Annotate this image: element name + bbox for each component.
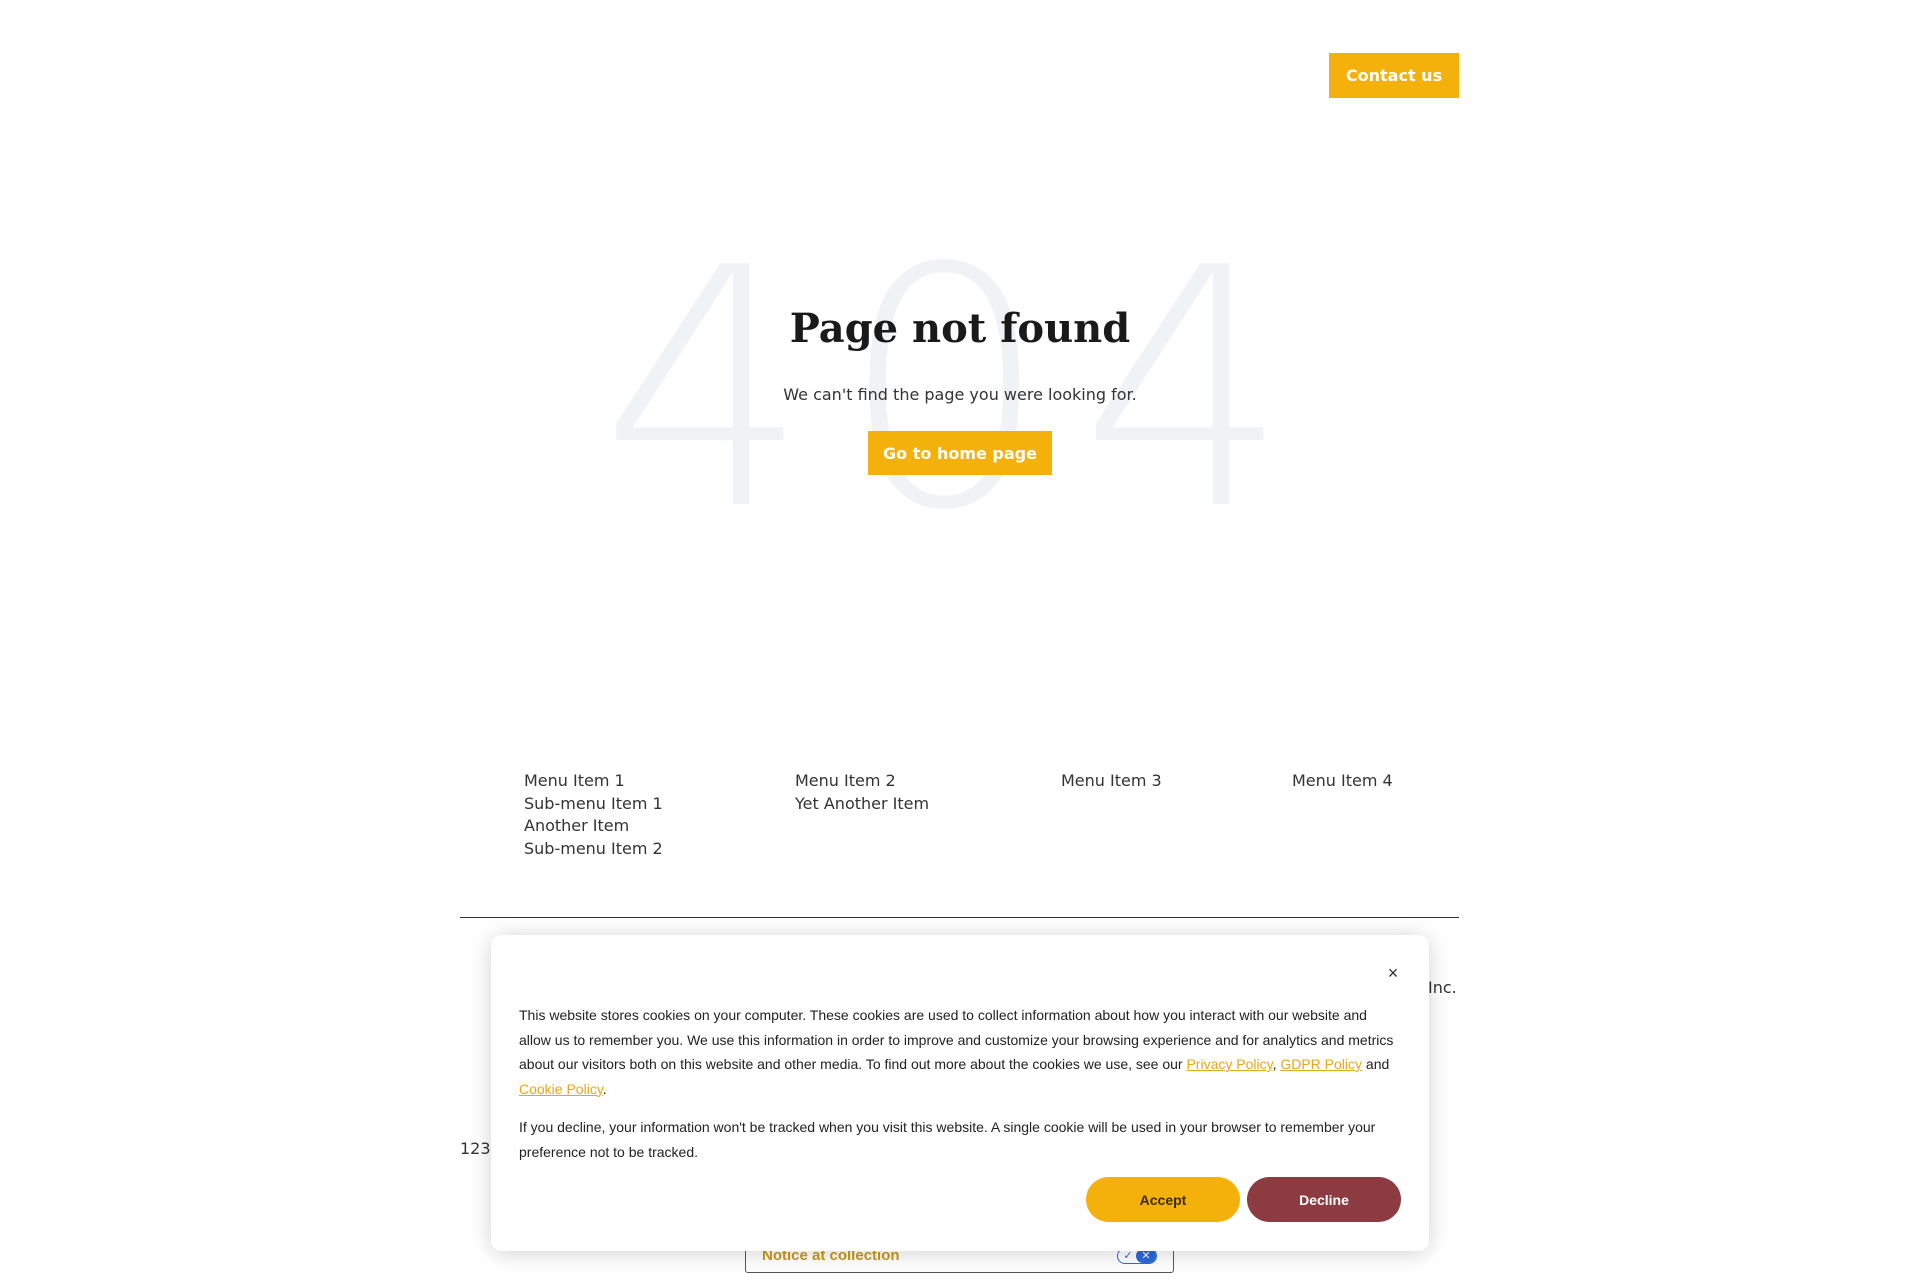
privacy-policy-link[interactable]: Privacy Policy xyxy=(1186,1056,1272,1072)
footer-column-3: Menu Item 3 xyxy=(1061,770,1162,793)
gdpr-policy-link[interactable]: GDPR Policy xyxy=(1280,1056,1362,1072)
footer-column-2: Menu Item 2 Yet Another Item xyxy=(795,770,929,815)
footer-link[interactable]: Another Item xyxy=(524,815,663,838)
footer-link[interactable]: Sub-menu Item 2 xyxy=(524,838,663,861)
footer-column-1: Menu Item 1 Sub-menu Item 1 Another Item… xyxy=(524,770,663,860)
footer-link[interactable]: Menu Item 3 xyxy=(1061,770,1162,793)
decline-cookies-button[interactable]: Decline xyxy=(1247,1177,1401,1222)
footer-link[interactable]: Menu Item 2 xyxy=(795,770,929,793)
page-title: Page not found xyxy=(789,305,1131,352)
separator-text: . xyxy=(602,1080,607,1097)
contact-us-button[interactable]: Contact us xyxy=(1329,53,1459,98)
go-home-button[interactable]: Go to home page xyxy=(868,431,1052,475)
footer-link[interactable]: Menu Item 1 xyxy=(524,770,663,793)
cookie-description: This website stores cookies on your comp… xyxy=(519,1003,1399,1101)
separator-text: and xyxy=(1362,1056,1390,1072)
footer-link[interactable]: Menu Item 4 xyxy=(1292,770,1393,793)
footer-column-4: Menu Item 4 xyxy=(1292,770,1393,793)
x-icon: ✕ xyxy=(1136,1249,1156,1263)
footer-link[interactable]: Yet Another Item xyxy=(795,793,929,816)
check-icon: ✓ xyxy=(1123,1249,1133,1262)
footer-link[interactable]: Sub-menu Item 1 xyxy=(524,793,663,816)
close-icon[interactable]: × xyxy=(1383,963,1403,983)
cookie-consent-banner: × This website stores cookies on your co… xyxy=(491,935,1429,1251)
cookie-decline-info: If you decline, your information won't b… xyxy=(519,1119,1376,1160)
page-subtitle: We can't find the page you were looking … xyxy=(783,385,1137,404)
footer-divider xyxy=(460,917,1459,918)
copyright-text: Inc. xyxy=(1428,978,1457,997)
cookie-policy-link[interactable]: Cookie Policy xyxy=(519,1081,603,1097)
accept-cookies-button[interactable]: Accept xyxy=(1086,1177,1240,1222)
